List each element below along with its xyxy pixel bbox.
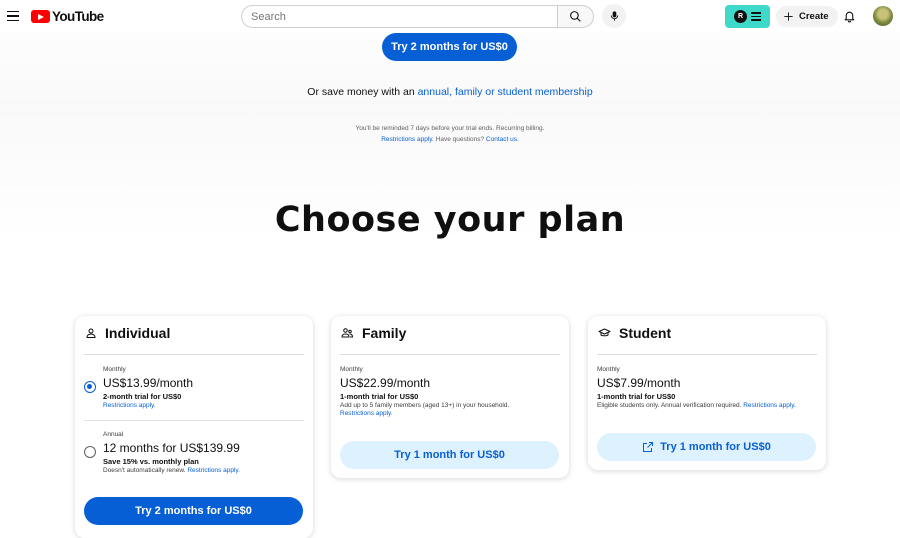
save-money-line: Or save money with an annual, family or … — [0, 86, 900, 98]
plus-icon — [784, 12, 793, 21]
monthly-option[interactable]: Monthly US$13.99/month 2-month trial for… — [103, 366, 193, 409]
plan-price: US$22.99/month — [340, 376, 431, 390]
voice-search-button[interactable] — [602, 4, 626, 28]
plan-price: 12 months for US$139.99 — [103, 441, 240, 455]
hero-restrictions-link[interactable]: Restrictions apply. — [381, 136, 434, 143]
plan-trial: 2-month trial for US$0 — [103, 392, 182, 401]
create-button[interactable]: Create — [776, 6, 838, 27]
questions-text: Have questions? — [433, 136, 486, 143]
plan-period: Annual — [103, 431, 124, 438]
extension-menu-icon — [751, 12, 761, 21]
plan-card-student: Student Monthly US$7.99/month 1-month tr… — [588, 316, 826, 470]
search-input[interactable] — [241, 5, 557, 28]
option-divider — [84, 420, 304, 421]
annual-option[interactable]: Annual 12 months for US$139.99 Save 15% … — [103, 431, 240, 474]
search-icon — [570, 11, 581, 22]
search-box — [241, 5, 594, 28]
plan-price: US$7.99/month — [597, 376, 681, 390]
renewal-note: Doesn't automatically renew. — [103, 467, 188, 474]
plan-note: Doesn't automatically renew. Restriction… — [103, 467, 240, 474]
menu-icon[interactable] — [3, 6, 23, 26]
card-header: Individual — [85, 325, 170, 341]
card-title: Individual — [105, 325, 171, 341]
plan-note: Add up to 5 family members (aged 13+) in… — [340, 402, 510, 409]
restrictions-link[interactable]: Restrictions apply. — [187, 467, 240, 474]
plan-trial: 1-month trial for US$0 — [597, 392, 676, 401]
divider — [84, 354, 304, 355]
search-button[interactable] — [557, 5, 594, 28]
plan-period: Monthly — [103, 366, 126, 373]
microphone-icon — [610, 11, 618, 21]
bell-icon — [844, 11, 854, 23]
person-icon — [86, 328, 96, 338]
individual-try-button[interactable]: Try 2 months for US$0 — [84, 497, 303, 525]
divider — [340, 354, 560, 355]
plan-card-individual: Individual Monthly US$13.99/month 2-mont… — [75, 316, 313, 538]
student-plan-details: Monthly US$7.99/month 1-month trial for … — [597, 366, 796, 409]
graduation-cap-icon — [598, 328, 611, 337]
eligibility-note: Eligible students only. Annual verificat… — [597, 402, 744, 409]
notifications-button[interactable] — [839, 6, 859, 26]
external-link-icon — [643, 442, 654, 452]
page-title: Choose your plan — [274, 200, 626, 240]
plan-note: Eligible students only. Annual verificat… — [597, 402, 796, 409]
page: YouTube R Create Try 2 months for US$0 O… — [0, 0, 900, 538]
extension-badge-icon: R — [734, 10, 747, 23]
plan-period: Monthly — [597, 366, 620, 373]
restrictions-link[interactable]: Restrictions apply. — [103, 402, 193, 409]
student-try-button[interactable]: Try 1 month for US$0 — [597, 433, 816, 461]
card-header: Student — [598, 325, 671, 341]
masthead: YouTube R Create — [0, 0, 900, 32]
create-label: Create — [799, 11, 829, 22]
card-header: Family — [341, 325, 406, 341]
membership-options-link[interactable]: annual, family or student membership — [418, 86, 593, 98]
extension-button[interactable]: R — [725, 5, 770, 28]
hero-try-button[interactable]: Try 2 months for US$0 — [382, 33, 517, 61]
plan-price: US$13.99/month — [103, 376, 194, 390]
avatar[interactable] — [873, 6, 893, 26]
restrictions-link[interactable]: Restrictions apply. — [340, 410, 509, 417]
restrictions-link[interactable]: Restrictions apply. — [743, 402, 796, 409]
contact-us-link[interactable]: Contact us. — [486, 136, 519, 143]
save-prefix: Or save money with an — [307, 86, 418, 98]
divider — [597, 354, 817, 355]
annual-radio[interactable] — [84, 446, 96, 458]
monthly-radio[interactable] — [84, 381, 96, 393]
plan-period: Monthly — [340, 366, 363, 373]
youtube-logo[interactable]: YouTube — [31, 9, 104, 24]
play-logo-icon — [31, 10, 50, 23]
trial-reminder-text: You'll be reminded 7 days before your tr… — [355, 125, 545, 132]
logo-text: YouTube — [52, 9, 104, 24]
card-title: Family — [362, 325, 407, 341]
family-plan-details: Monthly US$22.99/month 1-month trial for… — [340, 366, 509, 417]
family-try-button[interactable]: Try 1 month for US$0 — [340, 441, 559, 469]
hero-fine-print: Restrictions apply. Have questions? Cont… — [0, 136, 900, 143]
family-icon — [341, 328, 354, 338]
plan-trial: 1-month trial for US$0 — [340, 392, 419, 401]
plan-savings: Save 15% vs. monthly plan — [103, 457, 199, 466]
plan-card-family: Family Monthly US$22.99/month 1-month tr… — [331, 316, 569, 478]
card-title: Student — [619, 325, 672, 341]
student-try-label: Try 1 month for US$0 — [660, 441, 771, 453]
